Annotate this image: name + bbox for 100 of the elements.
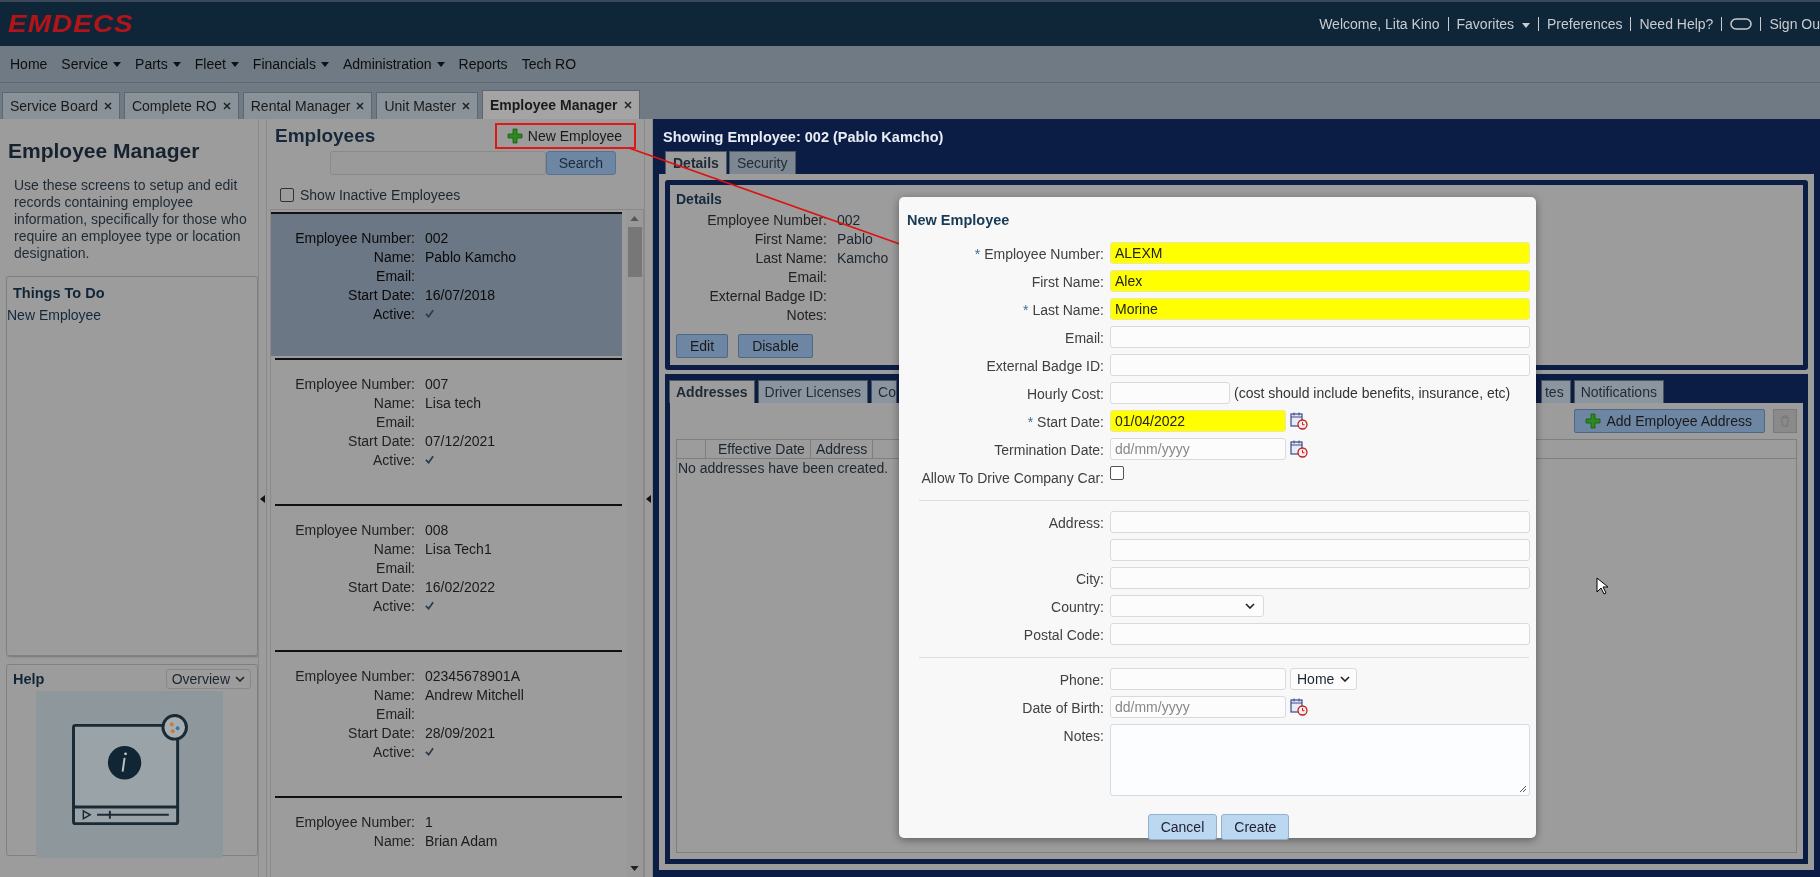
text-field[interactable] bbox=[1110, 382, 1230, 404]
field-label: Name: bbox=[372, 248, 416, 265]
page-title: Employee Manager bbox=[8, 139, 201, 163]
field-label: Name: bbox=[372, 686, 416, 703]
delete-button[interactable] bbox=[1773, 409, 1797, 433]
description-text: Use these screens to setup and edit records containing employee information, specifically for those who require an employee type or location designation. bbox=[14, 177, 248, 262]
field-label: Email: bbox=[375, 413, 416, 430]
text-field[interactable]: ALEXM bbox=[1110, 242, 1530, 264]
new-employee-button[interactable]: New Employee bbox=[494, 123, 636, 149]
scroll-thumb[interactable] bbox=[627, 227, 642, 277]
page-tab[interactable]: Complete RO bbox=[123, 92, 239, 119]
header-link[interactable]: Sign Ou bbox=[1769, 16, 1820, 32]
date-field[interactable]: dd/mm/yyyy bbox=[1110, 696, 1286, 718]
sub-tab[interactable]: Notifications bbox=[1573, 380, 1664, 403]
sub-tab[interactable]: Driver Licenses bbox=[757, 380, 869, 403]
country-select[interactable] bbox=[1110, 595, 1264, 617]
field-label: Hourly Cost: bbox=[1026, 386, 1104, 402]
details-title: Details bbox=[676, 191, 723, 207]
employee-card[interactable]: Employee Number: 02345678901A Name: Andrew Mitchell Email: Start Date: 28/09/2021 Active: bbox=[275, 650, 622, 794]
text-field[interactable]: Alex bbox=[1110, 270, 1530, 292]
field-label: Email: bbox=[787, 268, 828, 285]
page-tab[interactable]: Rental Manager bbox=[242, 92, 373, 119]
page-tab[interactable]: Service Board bbox=[2, 92, 120, 119]
caret-icon bbox=[1522, 22, 1530, 28]
dialog-button[interactable]: Create bbox=[1221, 814, 1290, 840]
field-value: Brian Adam bbox=[425, 832, 498, 849]
resize-grip-icon[interactable] bbox=[1519, 785, 1527, 793]
dialog-button[interactable]: Cancel bbox=[1147, 814, 1218, 840]
todo-link[interactable]: New Employee bbox=[7, 307, 257, 323]
section-title: Employees bbox=[275, 125, 376, 147]
calendar-clock-icon[interactable] bbox=[1290, 440, 1308, 458]
column-header[interactable]: Effective Date bbox=[706, 440, 811, 458]
phone-field[interactable] bbox=[1110, 668, 1286, 690]
menu-item[interactable]: Fleet bbox=[194, 56, 239, 72]
field-label: Notes: bbox=[1063, 728, 1104, 744]
close-icon[interactable] bbox=[623, 101, 632, 109]
field-label: Last Name: bbox=[1032, 302, 1104, 318]
menu-item[interactable]: Reports bbox=[458, 56, 508, 72]
menu-item[interactable]: Service bbox=[61, 56, 122, 72]
employee-card[interactable]: Employee Number: 1 Name: Brian Adam bbox=[275, 796, 622, 877]
search-button[interactable]: Search bbox=[545, 151, 616, 175]
menu-item[interactable]: Financials bbox=[252, 56, 329, 72]
menu-item[interactable]: Home bbox=[10, 56, 48, 72]
sub-tab[interactable]: Addresses bbox=[669, 380, 755, 403]
toggle-icon[interactable] bbox=[1730, 18, 1753, 30]
action-button[interactable]: Edit bbox=[676, 334, 729, 358]
text-field[interactable] bbox=[1110, 567, 1530, 589]
close-icon[interactable] bbox=[356, 102, 365, 110]
favorites-menu[interactable]: Favorites bbox=[1456, 16, 1530, 32]
action-button[interactable]: Disable bbox=[738, 334, 813, 358]
text-field[interactable] bbox=[1110, 539, 1530, 561]
phone-type-select[interactable]: Home bbox=[1290, 668, 1358, 690]
menu-item[interactable]: Parts bbox=[135, 56, 181, 72]
field-label: Notes: bbox=[785, 306, 828, 323]
page-tab[interactable]: Employee Manager bbox=[481, 90, 640, 119]
date-field[interactable]: 01/04/2022 bbox=[1110, 410, 1286, 432]
text-field[interactable] bbox=[1110, 511, 1530, 533]
field-value: Lisa Tech1 bbox=[425, 540, 492, 557]
field-label: Active: bbox=[372, 597, 416, 614]
menu-item[interactable]: Tech RO bbox=[521, 56, 577, 72]
hint-text: (cost should include benefits, insurance, etc) bbox=[1234, 385, 1511, 401]
page-tab[interactable]: Unit Master bbox=[376, 92, 478, 119]
chevron-icon bbox=[1245, 603, 1255, 609]
employee-card[interactable]: Employee Number: 008 Name: Lisa Tech1 Email: Start Date: 16/02/2022 Active: bbox=[275, 504, 622, 648]
notes-field[interactable] bbox=[1110, 724, 1530, 796]
checkbox[interactable] bbox=[1110, 466, 1124, 480]
text-field[interactable] bbox=[1110, 326, 1530, 348]
detail-tab[interactable]: Details bbox=[665, 151, 727, 174]
scroll-up-icon[interactable] bbox=[630, 216, 639, 221]
calendar-clock-icon[interactable] bbox=[1290, 698, 1308, 716]
field-value: 008 bbox=[425, 521, 449, 538]
sub-tab[interactable]: Co bbox=[871, 380, 897, 403]
collapse-handle[interactable] bbox=[258, 119, 267, 877]
header-link[interactable]: Need Help? bbox=[1639, 16, 1714, 32]
overview-select[interactable]: Overview bbox=[165, 669, 251, 689]
scroll-down-icon[interactable] bbox=[630, 866, 639, 871]
search-field[interactable] bbox=[329, 151, 546, 175]
field-label: Active: bbox=[372, 451, 416, 468]
field-label: Email: bbox=[375, 559, 416, 576]
text-field[interactable]: Morine bbox=[1110, 298, 1530, 320]
employee-card[interactable]: Employee Number: 002 Name: Pablo Kamcho Email: Start Date: 16/07/2018 Active: bbox=[271, 212, 622, 356]
text-field[interactable] bbox=[1110, 623, 1530, 645]
collapse-handle[interactable] bbox=[644, 119, 653, 877]
text-field[interactable] bbox=[1110, 354, 1530, 376]
help-title: Help bbox=[13, 671, 45, 687]
detail-tab[interactable]: Security bbox=[728, 151, 796, 174]
date-field[interactable]: dd/mm/yyyy bbox=[1110, 438, 1286, 460]
field-label: Start Date: bbox=[1037, 414, 1104, 430]
column-header[interactable]: Address bbox=[810, 440, 874, 458]
add-address-button[interactable]: Add Employee Address bbox=[1574, 409, 1765, 433]
calendar-clock-icon[interactable] bbox=[1290, 412, 1308, 430]
header-link[interactable]: Preferences bbox=[1547, 16, 1623, 32]
close-icon[interactable] bbox=[103, 102, 112, 110]
close-icon[interactable] bbox=[461, 102, 470, 110]
close-icon[interactable] bbox=[222, 102, 231, 110]
employee-card[interactable]: Employee Number: 007 Name: Lisa tech Email: Start Date: 07/12/2021 Active: bbox=[275, 358, 622, 502]
sub-tab[interactable]: tes bbox=[1541, 380, 1571, 403]
menu-item[interactable]: Administration bbox=[342, 56, 445, 72]
field-label: Address: bbox=[1048, 515, 1104, 531]
field-label: Email: bbox=[375, 705, 416, 722]
